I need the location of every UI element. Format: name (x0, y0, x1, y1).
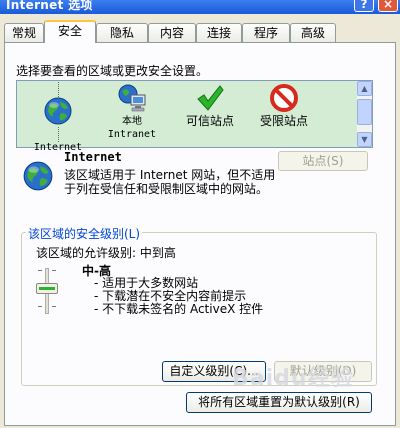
slider-tick (52, 306, 56, 307)
sites-button[interactable]: 站点(S) (278, 151, 368, 171)
zone-label: 本地 Intranet (107, 116, 157, 140)
scroll-thumb[interactable] (357, 99, 372, 125)
network-computer-icon (97, 83, 167, 113)
globe-icon (22, 160, 54, 195)
level-bullet: - 不下载未签名的 ActiveX 控件 (94, 302, 264, 316)
scroll-down-icon[interactable]: ▼ (357, 132, 372, 147)
slider-tick (52, 270, 56, 271)
instruction-text: 选择要查看的区域或更改安全设置。 (16, 64, 209, 78)
watermark: Baidu经验 (232, 366, 354, 391)
slider-thumb[interactable] (36, 283, 58, 294)
help-button[interactable]: ? (354, 0, 374, 12)
zone-trusted-sites[interactable]: 可信站点 (175, 83, 245, 128)
green-checkmark-icon (175, 83, 245, 113)
security-level-label: 该区域的安全级别(L) (26, 225, 143, 242)
tab-programs[interactable]: 程序 (242, 23, 290, 42)
close-button[interactable]: × (378, 0, 398, 12)
zone-restricted-sites[interactable]: 受限站点 (249, 83, 319, 128)
tab-security[interactable]: 安全 (44, 20, 96, 43)
tab-privacy[interactable]: 隐私 (96, 23, 148, 42)
zone-title: Internet (64, 150, 122, 164)
allowed-level-text: 该区域的允许级别: 中到高 (36, 246, 176, 260)
red-prohibited-icon (249, 83, 319, 113)
tab-content[interactable]: 内容 (148, 23, 196, 42)
scroll-up-icon[interactable]: ▲ (357, 81, 372, 96)
globe-icon (23, 82, 93, 142)
tab-general[interactable]: 常规 (4, 23, 44, 42)
zone-list: Internet 本地 Intranet 可信站点 受限站点 (16, 80, 373, 153)
level-description: - 适用于大多数网站 - 下载潜在不安全内容前提示 - 不下载未签名的 Acti… (94, 277, 263, 316)
window-title: Internet 选项 (6, 0, 93, 12)
title-bar: Internet 选项 ? × (0, 0, 400, 14)
slider-tick (38, 306, 42, 307)
zone-list-scrollbar[interactable]: ▲ ▼ (357, 80, 373, 148)
zone-label: 受限站点 (259, 114, 308, 128)
zone-label: 可信站点 (185, 114, 234, 128)
zone-internet[interactable]: Internet (23, 82, 93, 154)
tab-connections[interactable]: 连接 (196, 23, 242, 42)
tab-strip: 常规 安全 隐私 内容 连接 程序 高级 (4, 20, 396, 43)
tab-advanced[interactable]: 高级 (290, 23, 336, 42)
zone-local-intranet[interactable]: 本地 Intranet (97, 83, 167, 141)
reset-all-zones-button[interactable]: 将所有区域重置为默认级别(R) (186, 392, 372, 413)
zone-description: 该区域适用于 Internet 网站，但不适用于列在受信任和受限制区域中的网站。 (64, 168, 276, 196)
slider-tick (38, 270, 42, 271)
